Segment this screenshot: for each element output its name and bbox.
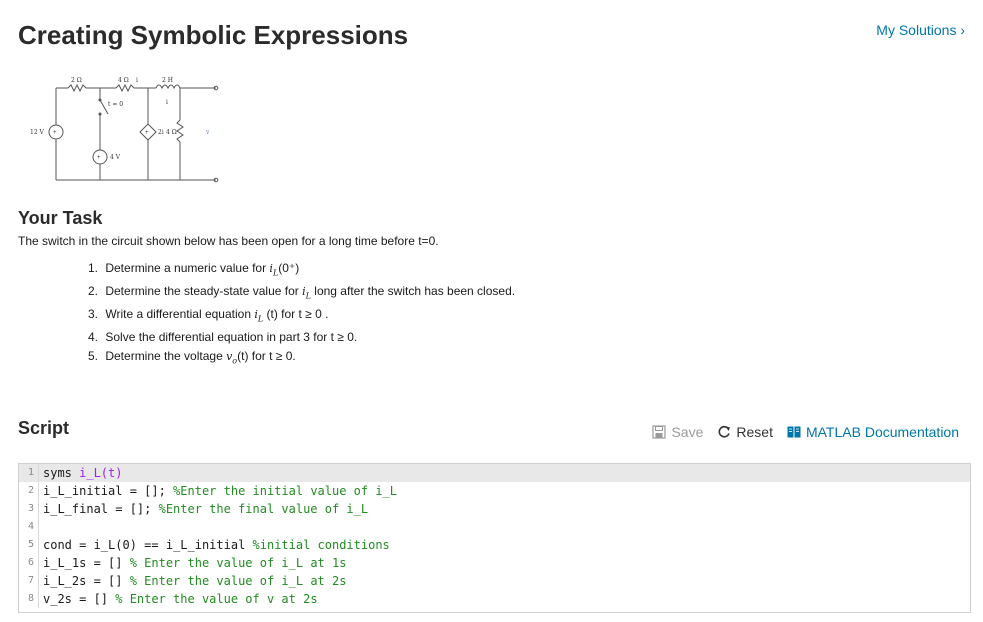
task-item: 2. Determine the steady-state value for … (88, 284, 516, 301)
code-line[interactable]: 2 i_L_initial = []; %Enter the initial v… (19, 482, 970, 500)
label-vo: v (205, 129, 210, 136)
svg-text:+: + (97, 155, 101, 161)
label-source-v: 12 V (30, 129, 45, 136)
code-line[interactable]: 6 i_L_1s = [] % Enter the value of i_L a… (19, 554, 970, 572)
code-line[interactable]: 5 cond = i_L(0) == i_L_initial %initial … (19, 536, 970, 554)
line-number: 1 (19, 464, 39, 482)
line-number: 6 (19, 554, 39, 572)
line-number: 5 (19, 536, 39, 554)
matlab-documentation-link[interactable]: MATLAB Documentation (787, 424, 959, 440)
line-number: 4 (19, 518, 39, 536)
reset-label: Reset (736, 424, 773, 440)
code-line[interactable]: 4 (19, 518, 970, 536)
book-icon (787, 426, 801, 438)
label-r2: 4 Ω (118, 77, 129, 84)
line-number: 3 (19, 500, 39, 518)
code-editor[interactable]: 1 syms i_L(t) 2 i_L_initial = []; %Enter… (18, 463, 971, 613)
reset-button[interactable]: Reset (717, 424, 773, 440)
task-intro: The switch in the circuit shown below ha… (18, 234, 439, 248)
label-switch: t = 0 (108, 101, 123, 108)
line-number: 8 (19, 590, 39, 608)
code-line[interactable]: 1 syms i_L(t) (19, 464, 970, 482)
task-item: 1. Determine a numeric value for iL(0⁺) (88, 261, 300, 278)
circuit-diagram: 2 Ω 4 Ω i 2 H i t = 0 12 V 2i 4 Ω v 4 V … (30, 77, 219, 183)
label-source-4v: 4 V (110, 154, 121, 161)
svg-text:+: + (145, 130, 149, 136)
my-solutions-link[interactable]: My Solutions › (876, 22, 965, 38)
label-r1: 2 Ω (71, 77, 82, 84)
save-button[interactable]: Save (652, 424, 703, 440)
label-il-top: i (136, 77, 138, 84)
code-line[interactable]: 8 v_2s = [] % Enter the value of v at 2s (19, 590, 970, 608)
label-dep-source: 2i (158, 129, 164, 136)
matlab-documentation-label: MATLAB Documentation (805, 424, 959, 440)
reset-icon (718, 425, 731, 438)
line-number: 2 (19, 482, 39, 500)
task-item: 3. Write a differential equation iL (t) … (88, 307, 329, 324)
save-icon (652, 425, 667, 439)
code-line[interactable]: 3 i_L_final = []; %Enter the final value… (19, 500, 970, 518)
script-heading: Script (18, 418, 70, 438)
script-toolbar: Save Reset MATLAB Documentation (652, 424, 959, 440)
label-r3: 4 Ω (166, 129, 177, 136)
task-item: 5. Determine the voltage vo(t) for t ≥ 0… (88, 349, 296, 366)
task-heading: Your Task (18, 208, 103, 228)
page-title: Creating Symbolic Expressions (18, 20, 409, 50)
task-list: 1. Determine a numeric value for iL(0⁺) … (88, 258, 515, 369)
line-number: 7 (19, 572, 39, 590)
label-il-mid: i (166, 99, 168, 106)
label-inductor: 2 H (162, 77, 173, 84)
code-line[interactable]: 7 i_L_2s = [] % Enter the value of i_L a… (19, 572, 970, 590)
svg-text:+: + (53, 130, 57, 136)
save-label: Save (671, 424, 704, 440)
